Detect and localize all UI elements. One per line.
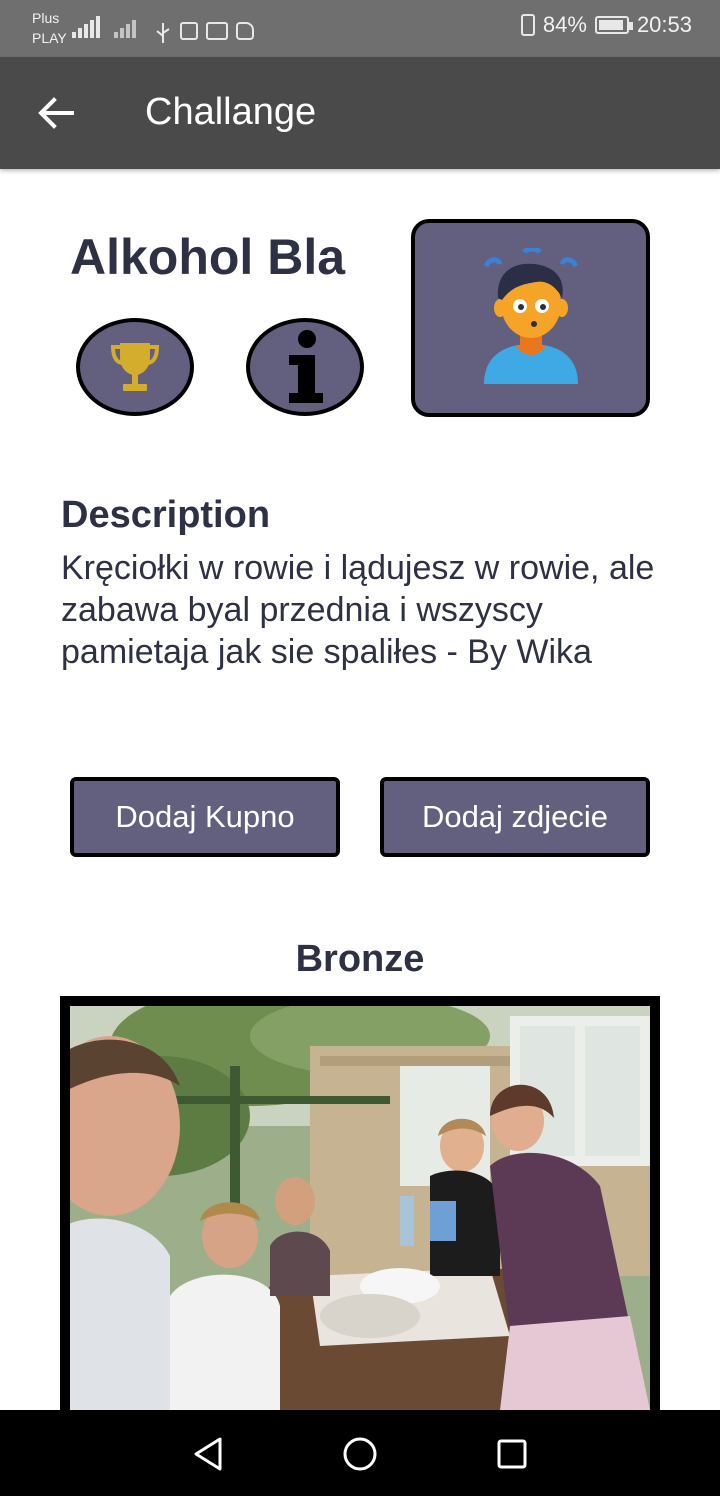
add-photo-button[interactable]: Dodaj zdjecie — [380, 777, 650, 857]
confused-person-avatar — [483, 248, 578, 384]
trophy-icon — [110, 343, 160, 391]
description-text: Kręciołki w rowie i lądujesz w rowie, al… — [61, 549, 655, 671]
signal-icon — [112, 14, 146, 40]
nav-back-icon — [194, 1437, 222, 1471]
signal-icon — [70, 14, 104, 40]
battery-percent: 84% — [542, 12, 587, 37]
info-icon — [289, 330, 323, 403]
nav-home-icon — [343, 1437, 377, 1471]
app-bar: Challange — [0, 57, 720, 169]
photo-frame — [60, 996, 660, 1416]
mail-icon — [206, 22, 228, 40]
usb-icon — [154, 22, 172, 43]
trophy-button[interactable] — [76, 318, 194, 416]
clock: 20:53 — [636, 12, 692, 37]
description-heading: Description — [61, 494, 271, 536]
status-icons-left — [70, 14, 254, 43]
status-bar: Plus PLAY 84% 20:53 — [0, 0, 720, 57]
nav-recents-button[interactable] — [490, 1432, 534, 1476]
vibrate-icon — [520, 14, 535, 36]
group-photo-image — [70, 1006, 650, 1410]
nav-back-button[interactable] — [186, 1432, 230, 1476]
avatar[interactable] — [411, 219, 650, 417]
page-title: Challange — [145, 91, 317, 133]
back-button[interactable] — [26, 87, 86, 139]
nav-recents-icon — [497, 1439, 527, 1469]
carrier-label: Plus PLAY — [32, 10, 67, 46]
nav-home-button[interactable] — [338, 1432, 382, 1476]
status-icons-right: 84% 20:53 — [520, 12, 692, 38]
battery-icon — [594, 16, 633, 34]
add-purchase-button[interactable]: Dodaj Kupno — [70, 777, 340, 857]
challenge-photo[interactable] — [70, 1006, 650, 1410]
challenge-name: Alkohol Bla — [70, 229, 346, 285]
notification-icon — [180, 22, 198, 40]
notification-icon — [236, 22, 254, 40]
info-button[interactable] — [246, 318, 364, 416]
navigation-bar — [0, 1410, 720, 1496]
arrow-left-icon — [38, 97, 74, 129]
tier-label: Bronze — [295, 938, 425, 980]
